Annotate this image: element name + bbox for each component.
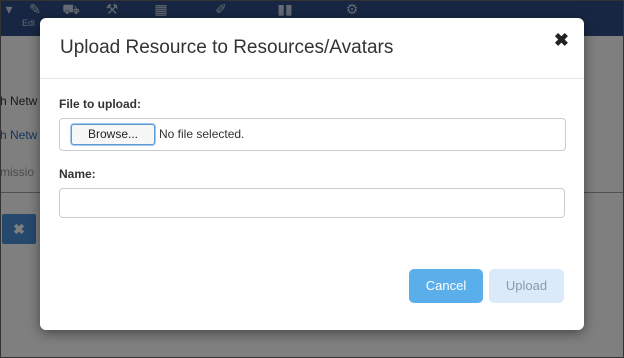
- dialog-title: Upload Resource to Resources/Avatars: [60, 37, 394, 58]
- upload-resource-dialog: Upload Resource to Resources/Avatars ✖ F…: [40, 18, 584, 330]
- file-input-field[interactable]: Browse... No file selected.: [59, 118, 566, 151]
- file-to-upload-label: File to upload:: [59, 97, 141, 111]
- header-divider: [40, 78, 584, 79]
- close-icon[interactable]: ✖: [554, 30, 569, 51]
- upload-button[interactable]: Upload: [489, 269, 564, 303]
- name-input[interactable]: [59, 188, 565, 218]
- cancel-button[interactable]: Cancel: [409, 269, 483, 303]
- browse-button[interactable]: Browse...: [71, 124, 155, 145]
- name-label: Name:: [59, 167, 96, 181]
- file-status-text: No file selected.: [159, 127, 245, 141]
